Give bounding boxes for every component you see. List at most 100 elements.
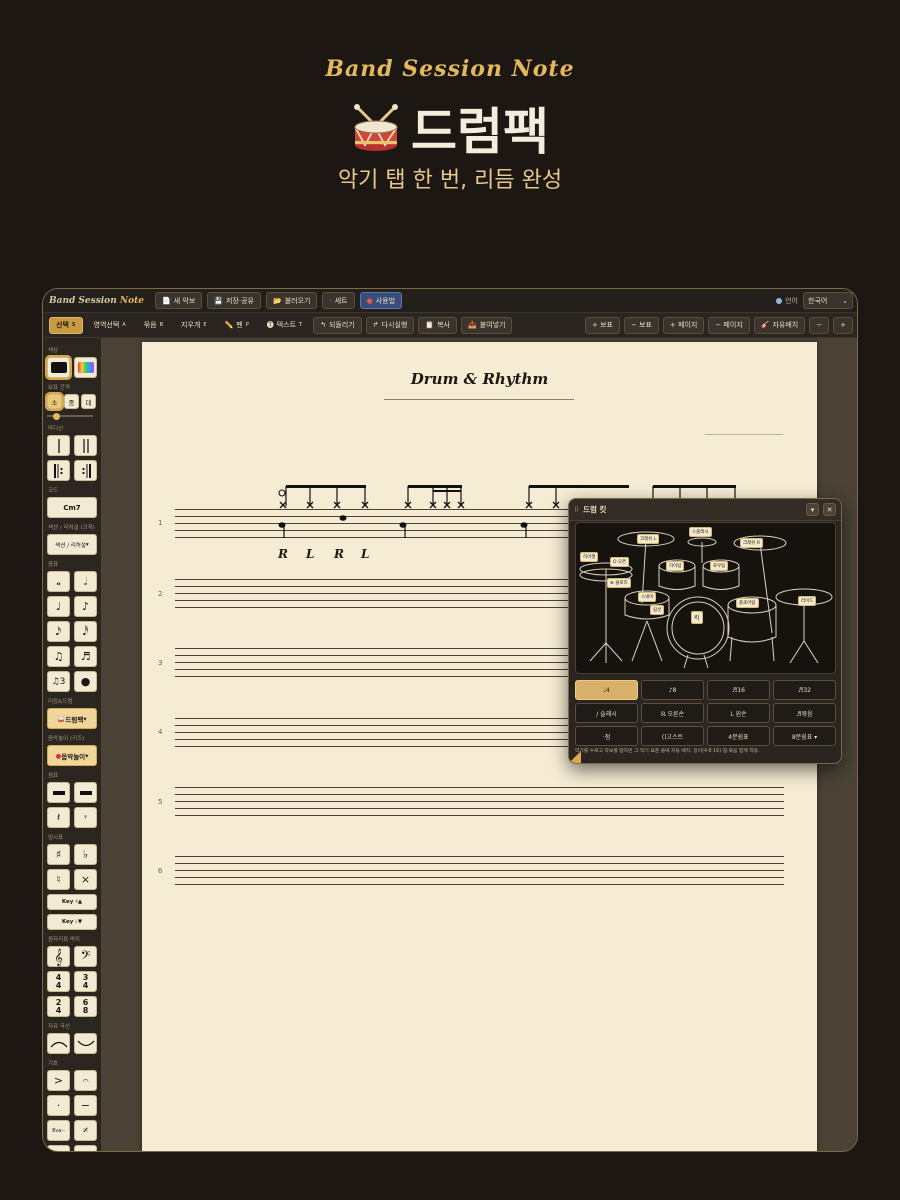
composer-line[interactable] — [705, 434, 783, 435]
key-down-button[interactable]: Key ♭▼ — [47, 914, 97, 930]
rimshot-pad[interactable]: 림샷 — [650, 605, 665, 615]
snare-pad[interactable]: 스네어 — [638, 592, 657, 602]
set-button[interactable]: · 세트 — [322, 292, 355, 309]
slash-button[interactable]: / 슬래시 — [575, 703, 638, 723]
quarter-rest-insert-button[interactable]: 4분쉼표 — [707, 726, 770, 746]
time-6-8-button[interactable]: 68 — [74, 996, 97, 1017]
pen-button[interactable]: ✏️ 펜 P — [218, 317, 256, 334]
eighth-note-button[interactable]: ♪ — [74, 596, 97, 617]
help-button[interactable]: ● 사용법 — [359, 292, 403, 309]
kick-pad[interactable]: 킥 — [691, 611, 703, 624]
hihat-pad[interactable]: 하이햇 — [580, 552, 599, 562]
crash-right-pad[interactable]: 크래쉬 R — [740, 538, 763, 548]
text-button[interactable]: 🅣 텍스트 T — [260, 317, 309, 334]
crash-left-pad[interactable]: 크래쉬 L — [637, 534, 660, 544]
score-title[interactable]: Drum & Rhythm — [142, 370, 817, 388]
thirty-second-note-button[interactable]: 𝅘𝅥𝅰 — [74, 621, 97, 642]
collapse-button[interactable]: ▾ — [806, 503, 819, 516]
flat-button[interactable]: ♭ — [74, 844, 97, 865]
load-button[interactable]: 📂 불러오기 — [265, 292, 318, 309]
left-hand-button[interactable]: L 왼손 — [707, 703, 770, 723]
save-share-button[interactable]: 💾 저장·공유 — [207, 292, 261, 309]
repeat-end-button[interactable] — [74, 460, 97, 481]
thirty-second-duration-button[interactable]: ♬32 — [773, 680, 836, 700]
half-note-button[interactable]: 𝅗𝅥 — [74, 571, 97, 592]
eighth-rest-dropdown[interactable]: 8분쉼표 ▾ — [773, 726, 836, 746]
chord-input[interactable]: Cm7 — [47, 497, 97, 518]
decrescendo-button[interactable]: > — [74, 1145, 97, 1151]
triplet-button[interactable]: ♫3 — [47, 671, 70, 692]
language-select[interactable]: 한국어 ⌄ — [803, 292, 853, 309]
double-sharp-button[interactable]: × — [74, 869, 97, 890]
drum-kit-diagram[interactable]: 크래쉬 L 스플래시 크래쉬 R 하이햇 O 오픈 ⊕ 클로즈 하이탐 로우탐 … — [575, 522, 836, 674]
splash-pad[interactable]: 스플래시 — [689, 527, 712, 537]
beam-group-button[interactable]: ♬묶음 — [773, 703, 836, 723]
ghost-note-button[interactable]: ()고스트 — [641, 726, 704, 746]
time-2-4-button[interactable]: 24 — [47, 996, 70, 1017]
new-score-button[interactable]: 📄 새 악보 — [155, 292, 203, 309]
sixteenth-duration-button[interactable]: ♬16 — [707, 680, 770, 700]
quarter-note-button[interactable]: ♩ — [47, 596, 70, 617]
repeat-measure-button[interactable]: 𝄎 — [74, 1120, 97, 1141]
time-4-4-button[interactable]: 44 — [47, 971, 70, 992]
group-button[interactable]: 묶음 B — [137, 317, 170, 334]
dot-button[interactable]: ● — [74, 671, 97, 692]
beamed-eighths-button[interactable]: ♫ — [47, 646, 70, 667]
spacing-large-button[interactable]: 대 — [81, 394, 96, 409]
copy-button[interactable]: 📋 복사 — [418, 316, 457, 334]
fermata-button[interactable]: 𝄐 — [74, 1070, 97, 1091]
redo-button[interactable]: ↱ 다시실행 — [365, 316, 415, 334]
floor-tom-pad[interactable]: 플로어탐 — [736, 598, 759, 608]
spacing-slider[interactable] — [47, 413, 97, 420]
ottava-button[interactable]: 8va-- — [47, 1120, 70, 1141]
slur-under-button[interactable] — [74, 1033, 97, 1054]
zoom-out-button[interactable]: − — [809, 316, 830, 334]
slur-over-button[interactable] — [47, 1033, 70, 1054]
repeat-start-button[interactable] — [47, 460, 70, 481]
bass-clef-button[interactable]: 𝄢 — [74, 946, 97, 967]
quarter-rest-button[interactable]: 𝄽 — [47, 807, 70, 828]
right-hand-button[interactable]: ℝ 오른손 — [641, 703, 704, 723]
quarter-duration-button[interactable]: ♩4 — [575, 680, 638, 700]
hihat-open-pad[interactable]: O 오픈 — [610, 557, 630, 567]
select-tool-button[interactable]: 선택 S — [49, 316, 83, 334]
close-button[interactable]: ✕ — [823, 503, 836, 516]
eighth-duration-button[interactable]: ♪8 — [641, 680, 704, 700]
key-up-button[interactable]: Key ♯▲ — [47, 894, 97, 910]
drum-pack-button[interactable]: 🥁 드럼팩 ▾ — [47, 708, 97, 729]
sixteenth-note-button[interactable]: 𝅘𝅥𝅯 — [47, 621, 70, 642]
whole-note-button[interactable]: 𝅝 — [47, 571, 70, 592]
free-layout-button[interactable]: 🎸 자유배치 — [753, 316, 806, 334]
staccato-button[interactable]: · — [47, 1095, 70, 1116]
paste-button[interactable]: 📥 붙여넣기 — [460, 316, 513, 334]
add-page-button[interactable]: + 페이지 — [662, 316, 705, 334]
zoom-in-button[interactable]: + — [833, 316, 853, 334]
color-black-swatch[interactable] — [45, 355, 72, 380]
low-tom-pad[interactable]: 로우탐 — [710, 561, 729, 571]
remove-page-button[interactable]: − 페이지 — [708, 316, 750, 334]
single-barline-button[interactable] — [47, 435, 70, 456]
drum-panel-header[interactable]: ⠿ 드럼 킷 ▾ ✕ — [569, 499, 841, 521]
section-dropdown[interactable]: 섹션 / 리허설 ▾ — [47, 534, 97, 555]
eraser-button[interactable]: 지우개 E — [174, 317, 214, 334]
drag-handle-icon[interactable]: ⠿ — [574, 506, 579, 514]
double-barline-button[interactable] — [74, 435, 97, 456]
slider-knob[interactable] — [53, 413, 60, 420]
time-3-4-button[interactable]: 34 — [74, 971, 97, 992]
undo-button[interactable]: ↰ 되돌리기 — [313, 316, 362, 334]
music-play-button[interactable]: ● 음악놀이 ▾ — [47, 745, 97, 766]
high-tom-pad[interactable]: 하이탐 — [666, 561, 685, 571]
spacing-small-button[interactable]: 소 — [45, 392, 64, 411]
whole-rest-button[interactable] — [47, 782, 70, 803]
tenuto-button[interactable]: − — [74, 1095, 97, 1116]
half-rest-button[interactable] — [74, 782, 97, 803]
eighth-rest-button[interactable]: 𝄾 — [74, 807, 97, 828]
beamed-sixteenths-button[interactable]: ♬ — [74, 646, 97, 667]
sharp-button[interactable]: ♯ — [47, 844, 70, 865]
treble-clef-button[interactable]: 𝄞 — [47, 946, 70, 967]
natural-button[interactable]: ♮ — [47, 869, 70, 890]
remove-staff-button[interactable]: − 보표 — [623, 316, 659, 334]
dot-modifier-button[interactable]: ·점 — [575, 726, 638, 746]
ride-pad[interactable]: 라이드 — [798, 596, 817, 606]
accent-button[interactable]: > — [47, 1070, 70, 1091]
